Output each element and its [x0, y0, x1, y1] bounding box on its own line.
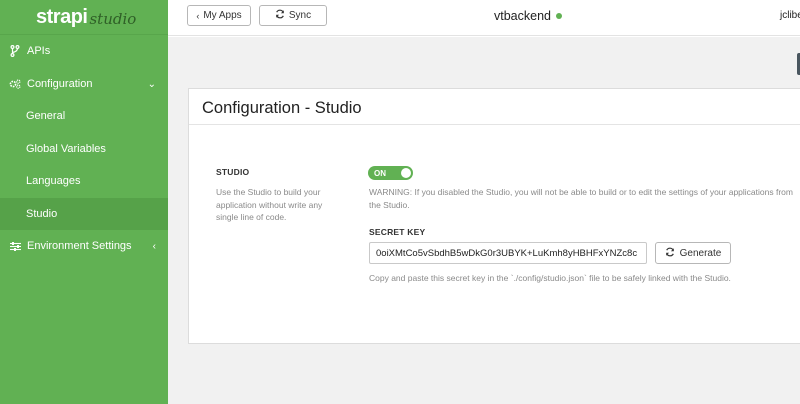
- toggle-label: ON: [374, 168, 386, 178]
- sidebar-item-label: Studio: [26, 208, 58, 220]
- main-content: Configuration - Studio STUDIO Use the St…: [168, 37, 800, 404]
- user-menu[interactable]: jclibe: [780, 10, 800, 21]
- cogs-icon: [8, 79, 22, 89]
- refresh-icon: [665, 247, 675, 260]
- logo-sub: studio: [89, 9, 137, 28]
- sidebar-item-apis[interactable]: APIs: [0, 35, 168, 67]
- sidebar-item-label: Configuration: [27, 78, 93, 90]
- sidebar: strapi studio APIs Configuration ⌄ Gener…: [0, 0, 168, 404]
- sidebar-item-studio[interactable]: Studio: [0, 198, 168, 230]
- toggle-knob: [401, 168, 411, 178]
- sidebar-item-label: APIs: [27, 45, 51, 57]
- chevron-left-icon: ‹: [152, 240, 156, 252]
- app-name: vtbackend: [494, 9, 551, 23]
- page-title: Configuration - Studio: [202, 99, 362, 117]
- sidebar-item-environment-settings[interactable]: Environment Settings ‹: [0, 230, 168, 262]
- logo[interactable]: strapi studio: [0, 0, 168, 34]
- my-apps-button[interactable]: ‹ My Apps: [187, 5, 251, 26]
- chevron-left-icon: ‹: [196, 10, 200, 21]
- sidebar-item-label: General: [26, 110, 66, 122]
- generate-button[interactable]: Generate: [655, 242, 731, 264]
- secret-key-label: SECRET KEY: [369, 227, 426, 237]
- refresh-icon: [275, 9, 285, 22]
- sync-button[interactable]: Sync: [259, 5, 327, 26]
- sidebar-item-label: Languages: [26, 175, 81, 187]
- my-apps-label: My Apps: [203, 10, 242, 21]
- sidebar-item-global-variables[interactable]: Global Variables: [0, 133, 168, 165]
- top-header: ‹ My Apps Sync vtbackend jclibe: [168, 0, 800, 36]
- chevron-down-icon: ⌄: [147, 78, 156, 90]
- studio-warning: WARNING: If you disabled the Studio, you…: [369, 187, 793, 210]
- sidebar-item-label: Global Variables: [26, 143, 106, 155]
- generate-label: Generate: [679, 247, 722, 259]
- secret-key-input[interactable]: [369, 242, 647, 264]
- branch-icon: [8, 45, 22, 57]
- sync-label: Sync: [288, 10, 312, 21]
- configuration-panel: Configuration - Studio STUDIO Use the St…: [188, 88, 800, 344]
- logo-main: strapi: [36, 5, 88, 28]
- status-dot: [555, 13, 562, 19]
- studio-toggle[interactable]: ON: [368, 166, 413, 180]
- secret-key-hint: Copy and paste this secret key in the `.…: [369, 273, 731, 283]
- app-title: vtbackend: [494, 9, 562, 23]
- sidebar-item-configuration[interactable]: Configuration ⌄: [0, 68, 168, 100]
- panel-divider: [189, 124, 800, 125]
- sidebar-item-general[interactable]: General: [0, 100, 168, 132]
- studio-description: Use the Studio to build your application…: [216, 187, 323, 222]
- sliders-icon: [8, 241, 22, 251]
- studio-label: STUDIO: [216, 167, 250, 177]
- sidebar-item-languages[interactable]: Languages: [0, 165, 168, 197]
- sidebar-item-label: Environment Settings: [27, 240, 132, 252]
